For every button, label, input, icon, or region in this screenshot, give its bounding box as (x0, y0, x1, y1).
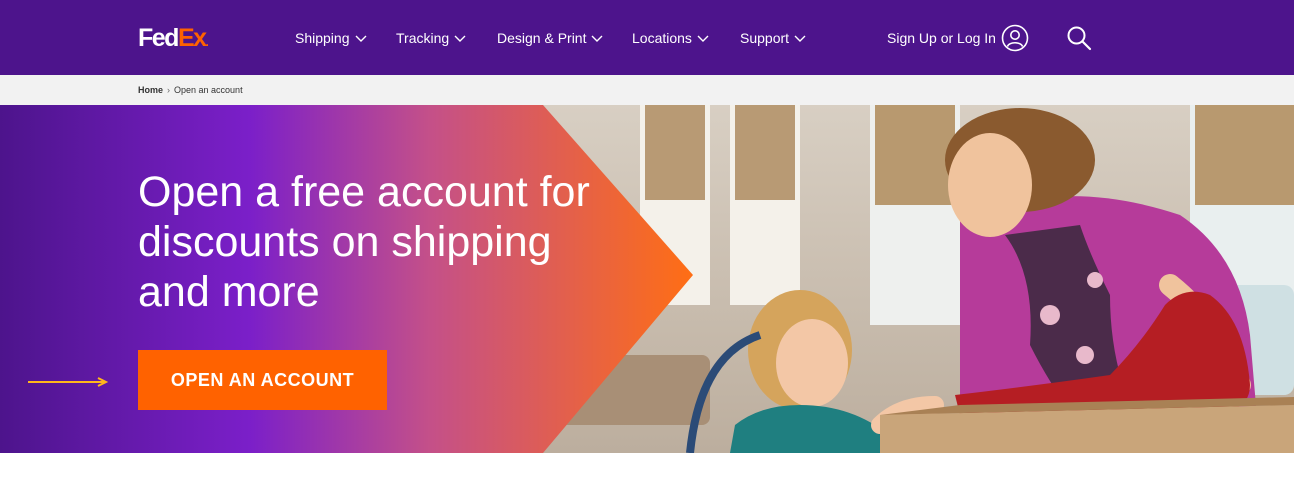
chevron-down-icon (355, 28, 367, 48)
fedex-logo[interactable]: FedEx. (138, 24, 209, 56)
breadcrumb-trail: Home › Open an account (138, 84, 243, 96)
chevron-down-icon (697, 28, 709, 48)
chevron-down-icon (454, 28, 466, 48)
nav-design-print[interactable]: Design & Print (497, 28, 603, 48)
breadcrumb-separator: › (167, 85, 171, 95)
breadcrumb-home-link[interactable]: Home (138, 85, 163, 95)
nav-tracking-label: Tracking (396, 30, 450, 46)
nav-tracking[interactable]: Tracking (396, 28, 466, 48)
nav-support-label: Support (740, 30, 790, 46)
nav-support[interactable]: Support (740, 28, 806, 48)
hero-headline: Open a free account for discounts on shi… (138, 168, 590, 316)
nav-locations-label: Locations (632, 30, 692, 46)
top-nav: FedEx. Shipping Tracking Design & Print … (0, 0, 1294, 75)
chevron-down-icon (794, 28, 806, 48)
open-account-button[interactable]: OPEN AN ACCOUNT (138, 350, 387, 410)
logo-fed-text: Fed (138, 24, 179, 52)
nav-locations[interactable]: Locations (632, 28, 709, 48)
breadcrumb: Home › Open an account (0, 75, 1294, 105)
nav-design-print-label: Design & Print (497, 30, 587, 46)
logo-dot: . (205, 35, 209, 49)
arrow-right-icon (28, 377, 109, 387)
user-icon[interactable] (1001, 24, 1029, 52)
breadcrumb-current: Open an account (174, 85, 243, 95)
logo-ex-text: Ex (177, 24, 207, 52)
search-icon[interactable] (1066, 25, 1092, 51)
sign-in-link[interactable]: Sign Up or Log In (887, 28, 996, 48)
chevron-down-icon (591, 28, 603, 48)
nav-shipping-label: Shipping (295, 30, 350, 46)
hero-banner: Open a free account for discounts on shi… (0, 105, 1294, 453)
nav-shipping[interactable]: Shipping (295, 28, 367, 48)
